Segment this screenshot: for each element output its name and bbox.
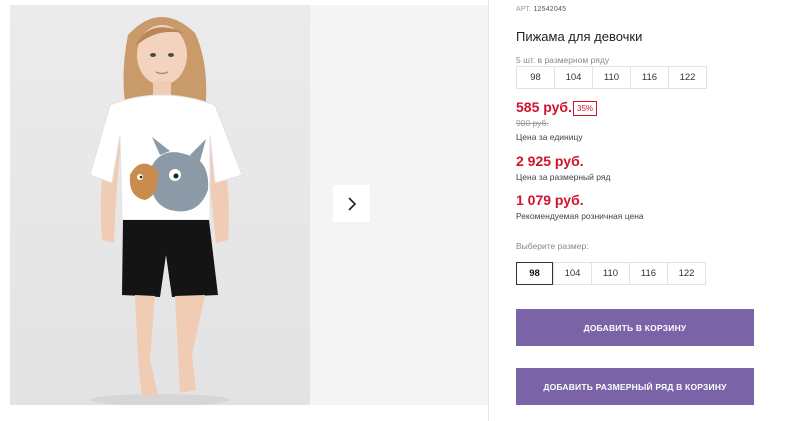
pack-size-cell: 116 bbox=[630, 66, 669, 89]
size-option-selected[interactable]: 98 bbox=[516, 262, 553, 285]
unit-price-note: Цена за единицу bbox=[516, 132, 583, 142]
chevron-right-icon bbox=[347, 196, 356, 211]
size-option[interactable]: 104 bbox=[553, 262, 592, 285]
column-divider bbox=[488, 0, 489, 421]
pack-size-cell: 122 bbox=[668, 66, 707, 89]
row-price: 2 925 руб. bbox=[516, 153, 584, 169]
pack-size-row: 98 104 110 116 122 bbox=[516, 66, 707, 89]
pack-size-cell: 98 bbox=[516, 66, 555, 89]
pack-size-cell: 110 bbox=[592, 66, 631, 89]
unit-price: 585 руб. bbox=[516, 99, 572, 115]
old-price: 900 руб. bbox=[516, 118, 549, 128]
sku-label: АРТ. bbox=[516, 6, 532, 13]
product-page: АРТ. 12542045 Пижама для девочки 5 шт. в… bbox=[0, 0, 800, 421]
child-in-pajamas-image bbox=[89, 16, 243, 405]
row-price-note: Цена за размерный ряд bbox=[516, 172, 611, 182]
size-picker: 98 104 110 116 122 bbox=[516, 262, 706, 285]
product-title: Пижама для девочки bbox=[516, 29, 643, 44]
add-to-cart-button[interactable]: ДОБАВИТЬ В КОРЗИНУ bbox=[516, 309, 754, 346]
sku-line: АРТ. 12542045 bbox=[516, 6, 566, 13]
product-gallery bbox=[10, 5, 488, 405]
sku-value: 12542045 bbox=[533, 6, 567, 13]
pack-size-cell: 104 bbox=[554, 66, 593, 89]
size-option[interactable]: 110 bbox=[591, 262, 630, 285]
product-photo[interactable] bbox=[10, 5, 310, 405]
size-option[interactable]: 122 bbox=[667, 262, 706, 285]
pack-caption: 5 шт. в размерном ряду bbox=[516, 55, 610, 65]
retail-price: 1 079 руб. bbox=[516, 192, 584, 208]
size-option[interactable]: 116 bbox=[629, 262, 668, 285]
size-picker-caption: Выберите размер: bbox=[516, 241, 589, 251]
gallery-next-button[interactable] bbox=[333, 185, 370, 222]
add-size-row-to-cart-button[interactable]: ДОБАВИТЬ РАЗМЕРНЫЙ РЯД В КОРЗИНУ bbox=[516, 368, 754, 405]
discount-badge: 35% bbox=[573, 101, 598, 116]
retail-price-note: Рекомендуемая розничная цена bbox=[516, 211, 644, 221]
